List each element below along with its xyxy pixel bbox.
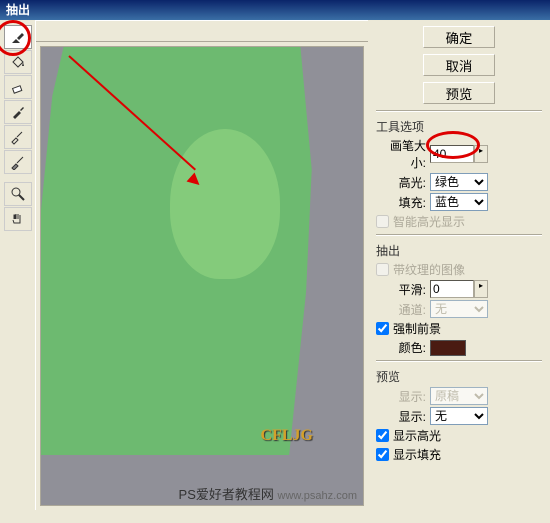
smart-highlight-checkbox — [376, 215, 389, 228]
edge-touchup-tool[interactable] — [4, 150, 32, 174]
highlight-overlay — [41, 47, 323, 455]
preview-title: 预览 — [376, 368, 542, 385]
channel-label: 通道: — [376, 301, 430, 318]
ok-button[interactable]: 确定 — [423, 26, 495, 48]
cleanup-tool[interactable] — [4, 125, 32, 149]
force-fg-label: 强制前景 — [393, 320, 441, 337]
toolbox — [0, 20, 36, 510]
show-highlight-label: 显示高光 — [393, 427, 441, 444]
brush-size-label: 画笔大小: — [376, 137, 430, 171]
display-src-select: 原稿 — [430, 387, 488, 405]
annotation-circle-brushsize — [426, 131, 480, 159]
preview-canvas[interactable]: CFLJG PS爱好者教程网 www.psahz.com — [40, 46, 364, 506]
color-swatch[interactable] — [430, 340, 466, 356]
textured-label: 带纹理的图像 — [393, 261, 465, 278]
eyedropper-tool[interactable] — [4, 100, 32, 124]
hand-tool[interactable] — [4, 207, 32, 231]
preview-button[interactable]: 预览 — [423, 82, 495, 104]
display-select[interactable]: 无 — [430, 407, 488, 425]
highlight-select[interactable]: 绿色 — [430, 173, 488, 191]
window-title: 抽出 — [0, 0, 550, 20]
force-fg-checkbox[interactable] — [376, 322, 389, 335]
cancel-button[interactable]: 取消 — [423, 54, 495, 76]
fill-select[interactable]: 蓝色 — [430, 193, 488, 211]
options-bar — [36, 20, 368, 42]
textured-checkbox — [376, 263, 389, 276]
page-watermark: PS爱好者教程网 www.psahz.com — [179, 484, 357, 503]
show-fill-label: 显示填充 — [393, 446, 441, 463]
smart-highlight-label: 智能高光显示 — [393, 213, 465, 230]
color-label: 颜色: — [376, 339, 430, 356]
highlight-label: 高光: — [376, 174, 430, 191]
right-panel: 确定 取消 预览 工具选项 画笔大小: ▸ 高光: 绿色 填充: 蓝色 智能高光… — [368, 20, 550, 510]
show-fill-checkbox[interactable] — [376, 448, 389, 461]
extract-title: 抽出 — [376, 242, 542, 259]
zoom-tool[interactable] — [4, 182, 32, 206]
display-label: 显示: — [376, 408, 430, 425]
channel-select: 无 — [430, 300, 488, 318]
smooth-spinner[interactable]: ▸ — [474, 280, 488, 298]
display-src-label: 显示: — [376, 388, 430, 405]
smooth-label: 平滑: — [376, 281, 430, 298]
fill-label: 填充: — [376, 194, 430, 211]
image-watermark: CFLJG — [261, 427, 313, 445]
eraser-tool[interactable] — [4, 75, 32, 99]
show-highlight-checkbox[interactable] — [376, 429, 389, 442]
smooth-input[interactable] — [430, 280, 474, 298]
